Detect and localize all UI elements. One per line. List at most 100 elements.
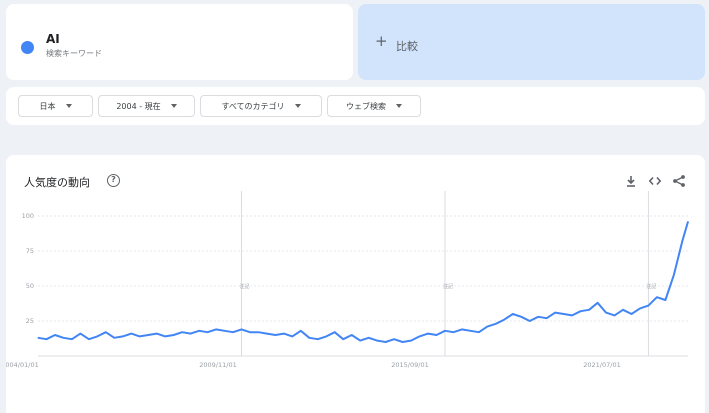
data-point — [198, 330, 200, 332]
category-filter[interactable]: すべてのカテゴリ — [200, 95, 322, 117]
data-point — [452, 331, 454, 333]
share-icon[interactable] — [672, 174, 686, 188]
chevron-down-icon — [294, 104, 301, 108]
interest-over-time-panel: 100 75 50 25 注記 注記 注記 2004/01/01 2009/11/01 2015/… — [6, 155, 705, 413]
data-point — [622, 309, 624, 311]
note-marker: 注記 — [239, 283, 249, 290]
data-point — [664, 299, 667, 301]
data-point — [215, 328, 217, 330]
data-point — [537, 316, 539, 318]
data-point — [588, 309, 590, 311]
data-point — [334, 331, 336, 333]
data-point — [687, 221, 689, 223]
search-term-card[interactable]: AI 検索キーワード — [6, 4, 353, 80]
data-point — [266, 333, 268, 335]
term-name: AI — [46, 32, 60, 46]
time-range-filter[interactable]: 2004 - 現在 — [98, 95, 195, 117]
compare-button[interactable]: + 比較 — [358, 4, 705, 80]
compare-label: 比較 — [396, 40, 418, 53]
data-point — [147, 334, 149, 336]
data-point — [249, 331, 251, 333]
data-point — [173, 334, 175, 336]
data-point — [605, 312, 607, 314]
data-point — [274, 334, 276, 336]
chevron-down-icon — [396, 104, 402, 108]
data-point — [486, 326, 488, 328]
data-point — [130, 333, 132, 335]
data-point — [181, 331, 183, 333]
data-point — [257, 331, 259, 333]
data-point — [385, 341, 387, 343]
data-point — [503, 319, 505, 321]
data-point — [207, 331, 209, 333]
y-tick-label: 25 — [26, 317, 34, 325]
data-point — [580, 310, 582, 312]
question-circle-icon[interactable]: ? — [107, 174, 120, 187]
data-point — [139, 335, 141, 337]
note-marker: 注記 — [646, 283, 656, 290]
data-point — [393, 338, 395, 340]
data-point — [308, 337, 310, 339]
x-tick-label: 2015/09/01 — [391, 361, 428, 369]
data-point — [368, 337, 370, 339]
region-filter[interactable]: 日本 — [18, 95, 93, 117]
search-type-filter[interactable]: ウェブ検索 — [327, 95, 421, 117]
data-point — [520, 316, 522, 318]
data-point — [342, 338, 344, 340]
panel-title: 人気度の動向 — [24, 176, 90, 189]
data-point — [427, 333, 429, 335]
data-point — [291, 335, 293, 337]
data-point — [37, 337, 39, 339]
region-filter-label: 日本 — [39, 101, 56, 111]
data-point — [597, 302, 599, 304]
data-point — [469, 330, 471, 332]
data-point — [300, 330, 302, 332]
data-point — [418, 335, 421, 337]
add-icon: + — [375, 32, 388, 50]
data-point — [376, 340, 378, 342]
data-point — [554, 312, 556, 314]
chevron-down-icon — [170, 104, 177, 108]
filter-bar: 日本 2004 - 現在 すべてのカテゴリ ウェブ検索 — [6, 87, 705, 125]
data-point — [62, 337, 64, 339]
y-tick-label: 75 — [26, 247, 34, 255]
chevron-down-icon — [65, 104, 72, 108]
data-point — [240, 328, 243, 330]
data-point — [656, 296, 658, 298]
data-point — [96, 335, 98, 337]
x-tick-label: 2004/01/01 — [6, 361, 39, 369]
y-tick-label: 50 — [26, 282, 34, 290]
data-point — [45, 338, 48, 340]
data-point — [105, 331, 107, 333]
data-point — [283, 333, 285, 335]
series-line — [37, 221, 689, 343]
y-tick-label: 100 — [22, 212, 34, 220]
x-tick-label: 2009/11/01 — [199, 361, 236, 369]
data-point — [122, 335, 124, 337]
download-icon[interactable] — [624, 174, 638, 188]
embed-code-icon[interactable] — [648, 174, 662, 188]
data-point — [113, 337, 115, 339]
data-point — [156, 333, 158, 335]
note-marker: 注記 — [443, 283, 453, 290]
data-point — [529, 320, 531, 322]
data-point — [563, 313, 565, 315]
data-point — [478, 331, 480, 333]
data-point — [444, 330, 446, 332]
data-point — [512, 313, 514, 315]
data-point — [613, 314, 616, 316]
data-point — [546, 317, 548, 319]
data-point — [71, 338, 73, 340]
data-point — [410, 340, 412, 342]
interest-chart: 100 75 50 25 注記 注記 注記 2004/01/01 2009/11/01 2015/… — [6, 191, 689, 369]
data-point — [571, 314, 573, 316]
data-point — [223, 330, 226, 332]
term-color-dot — [21, 41, 34, 54]
data-point — [359, 340, 361, 342]
x-tick-label: 2021/07/01 — [583, 361, 620, 369]
data-point — [54, 334, 56, 336]
search-type-filter-label: ウェブ検索 — [346, 101, 386, 111]
data-point — [461, 328, 463, 330]
data-point — [325, 335, 327, 337]
data-point — [79, 333, 81, 335]
